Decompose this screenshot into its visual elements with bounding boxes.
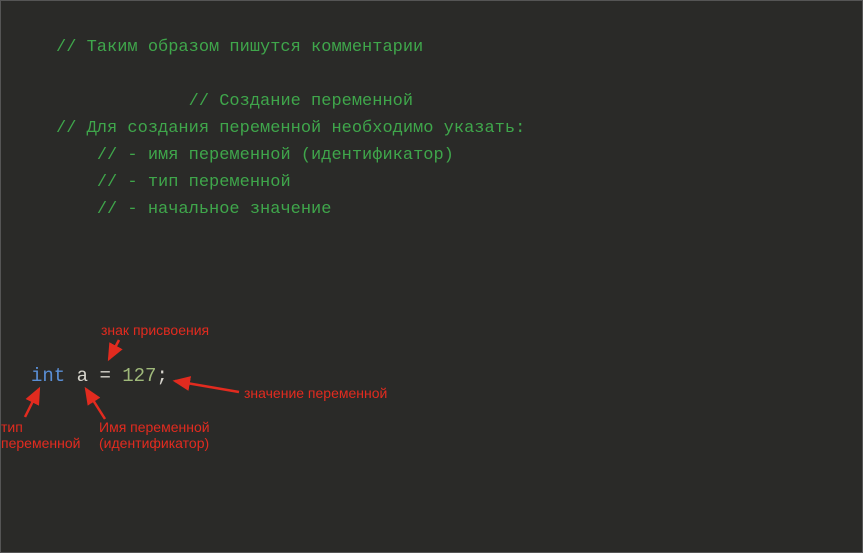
arrow-to-name (86, 389, 105, 419)
label-value: значение переменной (244, 385, 387, 401)
semicolon: ; (156, 365, 167, 387)
code-editor: // Таким образом пишутся комментарии // … (0, 0, 863, 553)
declaration-line: int a = 127; (31, 365, 168, 387)
comment-line: // Для создания переменной необходимо ук… (56, 119, 525, 138)
comment-line: // - тип переменной (56, 173, 291, 192)
comment-line: // Таким образом пишутся комментарии (56, 38, 423, 57)
variable-name: a (77, 365, 88, 387)
comment-line: // - начальное значение (56, 200, 331, 219)
comment-line: // - имя переменной (идентификатор) (56, 146, 454, 165)
arrow-to-assign (109, 340, 119, 359)
arrow-to-value (175, 381, 239, 392)
label-assign: знак присвоения (101, 322, 209, 338)
code-block: // Таким образом пишутся комментарии // … (1, 1, 862, 250)
label-name: Имя переменной(идентификатор) (99, 419, 210, 451)
comment-line: // Создание переменной (56, 92, 413, 111)
assign-operator: = (99, 365, 110, 387)
arrow-to-type (25, 389, 39, 417)
literal-value: 127 (122, 365, 156, 387)
type-keyword: int (31, 365, 65, 387)
label-type: типпеременной (1, 419, 80, 451)
